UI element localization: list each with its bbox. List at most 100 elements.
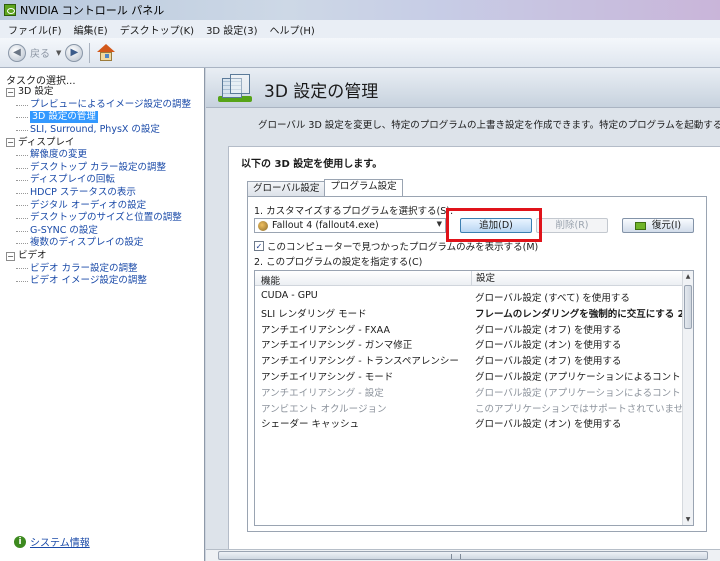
- tree-item-multi-display[interactable]: 複数のディスプレイの設定: [6, 237, 202, 250]
- tree-item-manage-3d[interactable]: 3D 設定の管理: [6, 111, 202, 124]
- forward-arrow-icon: ▶: [70, 47, 79, 58]
- scroll-up-icon[interactable]: ▲: [683, 273, 693, 280]
- setting-cell[interactable]: グローバル設定 (オン) を使用する: [475, 337, 621, 351]
- table-row[interactable]: アンチエイリアシング - トランスペアレンシー グローバル設定 (オフ) を使用す…: [255, 351, 683, 367]
- 3d-cube-icon: [218, 72, 252, 104]
- tree-item-hdcp-status[interactable]: HDCP ステータスの表示: [6, 187, 202, 200]
- tree-group-display[interactable]: − ディスプレイ: [6, 136, 202, 149]
- setting-cell[interactable]: グローバル設定 (アプリケーションによるコントロール): [475, 385, 693, 399]
- setting-cell[interactable]: グローバル設定 (オフ) を使用する: [475, 353, 621, 367]
- scrollbar-thumb[interactable]: [684, 285, 692, 329]
- feature-cell: アンチエイリアシング - 設定: [261, 387, 384, 399]
- home-icon[interactable]: [96, 43, 116, 62]
- tree-item-rotate-display[interactable]: ディスプレイの回転: [6, 174, 202, 187]
- table-row[interactable]: アンチエイリアシング - 設定 グローバル設定 (アプリケーションによるコントロー…: [255, 383, 693, 399]
- back-arrow-icon: ◀: [13, 47, 21, 58]
- table-row[interactable]: アンチエイリアシング - FXAA グローバル設定 (オフ) を使用する: [255, 320, 683, 336]
- setting-cell[interactable]: グローバル設定 (オフ) を使用する: [475, 322, 621, 336]
- tree-item-image-preview[interactable]: プレビューによるイメージ設定の調整: [6, 99, 202, 112]
- nvidia-app-icon: [4, 4, 16, 16]
- nvidia-logo-icon: [634, 221, 646, 230]
- settings-table: 機能 設定 CUDA - GPU グローバル設定 (すべて) を使用する SLI レ…: [254, 270, 694, 526]
- tree-item-digital-audio[interactable]: デジタル オーディオの設定: [6, 199, 202, 212]
- main-content: 3D 設定の管理 グローバル 3D 設定を変更し、特定のプログラムの上書き設定を…: [206, 68, 720, 561]
- feature-cell: アンビエント オクルージョン: [261, 403, 387, 415]
- chevron-down-icon[interactable]: ▼: [437, 220, 442, 228]
- table-row[interactable]: アンビエント オクルージョン このアプリケーションではサポートされていません: [255, 399, 693, 415]
- column-header-feature[interactable]: 機能: [261, 273, 280, 287]
- menu-help[interactable]: ヘルプ(H): [269, 22, 314, 37]
- page-title: 3D 設定の管理: [264, 82, 379, 102]
- back-label[interactable]: 戻る: [30, 45, 50, 60]
- tab-global-settings[interactable]: グローバル設定: [247, 181, 326, 196]
- title-bar: NVIDIA コントロール パネル: [0, 0, 720, 20]
- table-header: 機能 設定: [255, 271, 683, 287]
- setting-cell[interactable]: グローバル設定 (すべて) を使用する: [475, 290, 630, 304]
- info-icon: i: [14, 535, 26, 548]
- setting-cell[interactable]: このアプリケーションではサポートされていません: [475, 401, 693, 415]
- restore-button[interactable]: 復元(I): [622, 218, 694, 233]
- tree-group-label[interactable]: ディスプレイ: [18, 137, 74, 149]
- feature-cell: アンチエイリアシング - モード: [261, 371, 394, 383]
- task-title: タスクの選択...: [6, 76, 76, 87]
- horizontal-scrollbar-thumb[interactable]: [218, 551, 708, 560]
- setting-cell[interactable]: グローバル設定 (アプリケーションによるコントロール): [475, 369, 693, 383]
- system-info-label[interactable]: システム情報: [30, 534, 90, 549]
- remove-program-button[interactable]: 削除(R): [536, 218, 608, 233]
- tree-group-label[interactable]: 3D 設定: [18, 86, 53, 98]
- table-row[interactable]: CUDA - GPU グローバル設定 (すべて) を使用する: [255, 288, 683, 304]
- tree-item-gsync[interactable]: G-SYNC の設定: [6, 225, 202, 238]
- feature-cell: シェーダー キャッシュ: [261, 419, 360, 431]
- tree-item-desktop-color[interactable]: デスクトップ カラー設定の調整: [6, 162, 202, 175]
- collapse-icon[interactable]: −: [6, 138, 15, 148]
- task-tree: − 3D 設定 プレビューによるイメージ設定の調整 3D 設定の管理 SLI, …: [6, 86, 202, 288]
- feature-cell: SLI レンダリング モード: [261, 308, 367, 320]
- menu-file[interactable]: ファイル(F): [8, 22, 62, 37]
- tree-group-3d[interactable]: − 3D 設定: [6, 86, 202, 99]
- back-button[interactable]: ◀: [8, 43, 26, 62]
- table-scrollbar[interactable]: ▲ ▼: [682, 271, 693, 525]
- tab-program-settings[interactable]: プログラム設定: [324, 179, 403, 196]
- tree-item-resolution[interactable]: 解像度の変更: [6, 149, 202, 162]
- program-select[interactable]: Fallout 4 (fallout4.exe) ▼: [254, 218, 446, 233]
- panel-heading: 以下の 3D 設定を使用します。: [241, 159, 383, 170]
- feature-cell: アンチエイリアシング - FXAA: [261, 324, 390, 336]
- history-dropdown-icon[interactable]: ▼: [56, 49, 61, 57]
- collapse-icon[interactable]: −: [6, 87, 15, 97]
- program-icon: [258, 220, 268, 231]
- feature-cell: アンチエイリアシング - ガンマ修正: [261, 340, 413, 352]
- window-title: NVIDIA コントロール パネル: [20, 4, 165, 17]
- task-sidebar: タスクの選択... − 3D 設定 プレビューによるイメージ設定の調整 3D 設…: [0, 68, 205, 561]
- setting-cell[interactable]: グローバル設定 (オン) を使用する: [475, 416, 621, 430]
- program-settings-page: 1. カスタマイズするプログラムを選択する(S): Fallout 4 (fal…: [247, 196, 707, 532]
- tree-group-video[interactable]: − ビデオ: [6, 250, 202, 263]
- forward-button[interactable]: ▶: [65, 43, 84, 62]
- page-header: 3D 設定の管理: [206, 68, 720, 108]
- program-select-value: Fallout 4 (fallout4.exe): [272, 220, 379, 231]
- table-row[interactable]: アンチエイリアシング - ガンマ修正 グローバル設定 (オン) を使用する: [255, 335, 683, 351]
- collapse-icon[interactable]: −: [6, 251, 15, 261]
- step1-label: 1. カスタマイズするプログラムを選択する(S):: [254, 206, 454, 217]
- setting-cell[interactable]: フレームのレンダリングを強制的に交互にする 2: [475, 306, 684, 320]
- settings-tabs: グローバル設定 プログラム設定: [247, 179, 403, 196]
- tree-item-sli-surround-physx[interactable]: SLI, Surround, PhysX の設定: [6, 124, 202, 137]
- tree-item-video-image[interactable]: ビデオ イメージ設定の調整: [6, 275, 202, 288]
- menu-edit[interactable]: 編集(E): [74, 22, 108, 37]
- table-row[interactable]: SLI レンダリング モード フレームのレンダリングを強制的に交互にする 2: [255, 304, 684, 320]
- show-found-programs-checkbox[interactable]: ✓: [254, 241, 264, 251]
- scroll-down-icon[interactable]: ▼: [683, 516, 693, 523]
- table-body: CUDA - GPU グローバル設定 (すべて) を使用する SLI レンダリング …: [255, 288, 693, 430]
- table-row[interactable]: シェーダー キャッシュ グローバル設定 (オン) を使用する: [255, 414, 683, 430]
- toolbar-separator: [89, 42, 91, 63]
- tree-item-video-color[interactable]: ビデオ カラー設定の調整: [6, 262, 202, 275]
- tree-group-label[interactable]: ビデオ: [18, 250, 47, 262]
- menu-3d-settings[interactable]: 3D 設定(3): [206, 22, 257, 37]
- restore-button-label: 復元(I): [651, 220, 682, 231]
- horizontal-scrollbar[interactable]: [206, 549, 720, 561]
- column-header-setting[interactable]: 設定: [471, 271, 495, 286]
- tree-item-desktop-size[interactable]: デスクトップのサイズと位置の調整: [6, 212, 202, 225]
- table-row[interactable]: アンチエイリアシング - モード グローバル設定 (アプリケーションによるコントロ…: [255, 367, 693, 383]
- menu-desktop[interactable]: デスクトップ(K): [120, 22, 194, 37]
- menu-bar: ファイル(F) 編集(E) デスクトップ(K) 3D 設定(3) ヘルプ(H): [0, 20, 720, 38]
- system-info-link[interactable]: i システム情報: [14, 534, 90, 549]
